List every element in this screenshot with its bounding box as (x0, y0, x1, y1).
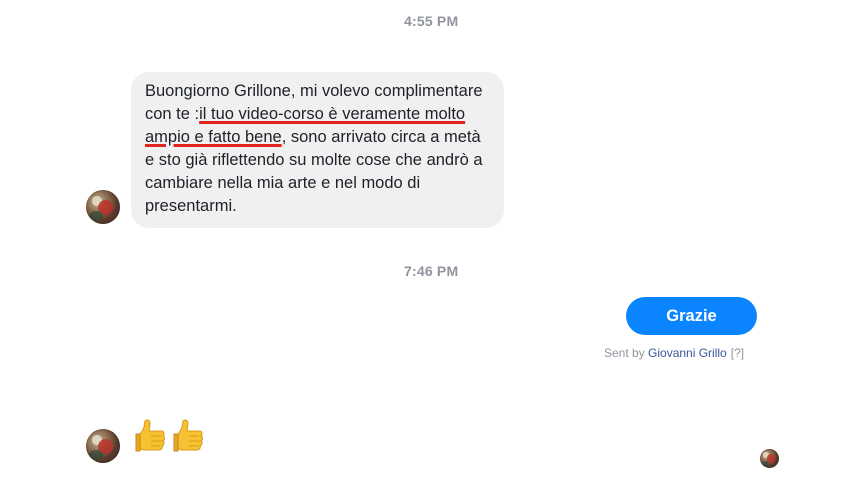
thumbs-up-message[interactable] (133, 416, 205, 454)
sender-name-link[interactable]: Giovanni Grillo (648, 346, 727, 360)
seen-avatar (760, 449, 779, 468)
contact-avatar[interactable] (86, 190, 120, 224)
contact-avatar[interactable] (86, 429, 120, 463)
incoming-message-bubble[interactable]: Buongiorno Grillone, mi volevo complimen… (131, 72, 504, 228)
timestamp-first: 4:55 PM (404, 13, 459, 29)
sent-by-line: Sent by Giovanni Grillo [?] (604, 346, 744, 360)
sent-by-prefix: Sent by (604, 346, 649, 360)
timestamp-second: 7:46 PM (404, 263, 459, 279)
outgoing-message-bubble[interactable]: Grazie mille!! (626, 297, 757, 363)
thumbs-up-icon (135, 419, 165, 452)
help-link[interactable]: [?] (731, 346, 744, 360)
thumbs-up-icon (173, 419, 203, 452)
